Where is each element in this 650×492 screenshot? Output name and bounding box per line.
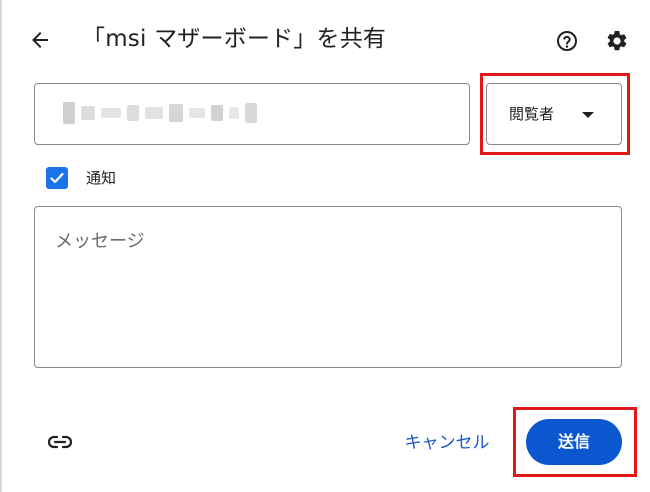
notify-label: 通知 [86,169,117,187]
dialog-title: 「msi マザーボード」を共有 [82,26,387,52]
link-icon [47,435,73,449]
arrow-left-icon [32,32,48,48]
settings-button[interactable] [602,26,632,56]
role-dropdown[interactable]: 閲覧者 [486,83,622,145]
help-button[interactable] [552,26,582,56]
message-field[interactable]: メッセージ [34,206,622,368]
role-selected-label: 閲覧者 [509,105,555,123]
checkmark-icon [50,172,64,184]
gear-icon [607,30,627,51]
panel-left-border [0,0,2,492]
people-input[interactable] [34,83,470,145]
send-button[interactable]: 送信 [526,419,622,465]
copy-link-button[interactable] [44,428,76,456]
help-circle-icon [557,31,577,51]
back-button[interactable] [24,24,56,56]
caret-down-icon [582,112,594,118]
message-placeholder: メッセージ [55,231,145,252]
notify-checkbox[interactable] [46,167,68,189]
cancel-button[interactable]: キャンセル [392,424,502,462]
redacted-recipient [63,100,275,126]
